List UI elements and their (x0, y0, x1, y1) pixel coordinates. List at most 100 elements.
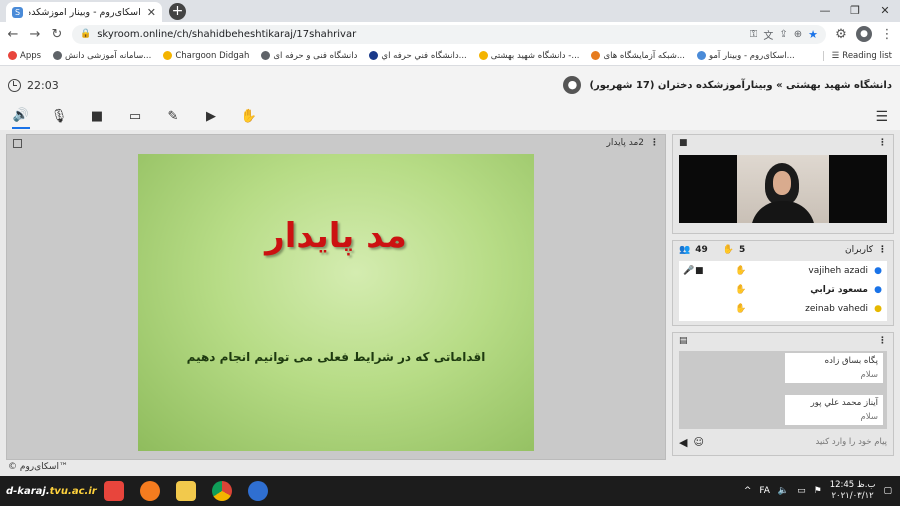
reading-list-button[interactable]: ☰ Reading list (822, 50, 892, 61)
globe-icon (261, 51, 271, 60)
whiteboard-brush-icon[interactable]: ✎ (164, 106, 182, 128)
room-toolbar: 🔊 🎙 ■ ▭ ✎ ▶ ✋ ☰ (0, 104, 900, 130)
url-text[interactable]: skyroom.online/ch/shahidbeheshtikaraj/17… (97, 29, 744, 40)
clock-time: 22:03 (27, 78, 59, 92)
users-panel: 👥 49 ✋ 5 کاربران ⋮ 🎤 ■ ✋ vajiheh azadi ●… (672, 240, 894, 326)
send-icon[interactable]: ◀ (679, 436, 687, 449)
app-header: 22:03 دانشگاه شهید بهشتی » وبینارآموزشکد… (0, 66, 900, 104)
close-window-button[interactable]: ✕ (870, 0, 900, 22)
share-icon[interactable]: ⇪ (779, 29, 787, 40)
bookmarks-bar: Apps سامانه آموزشی دانش... Chargoon Didg… (0, 46, 900, 66)
media-player-taskbar-icon[interactable] (96, 476, 132, 506)
screen-share-icon[interactable]: ▭ (126, 106, 144, 128)
chat-input[interactable] (709, 437, 887, 447)
flag-icon[interactable]: ⚑ (814, 486, 822, 496)
session-clock: 22:03 (8, 78, 59, 92)
webcam-video (679, 155, 887, 223)
language-indicator[interactable]: FA (759, 486, 770, 496)
extensions-icon[interactable]: ⚙ (834, 27, 848, 42)
bookmark-item[interactable]: دانشگاه شهید بهشتی -... (478, 51, 579, 61)
minimize-button[interactable]: — (810, 0, 840, 22)
users-panel-header: 👥 49 ✋ 5 کاربران ⋮ (673, 241, 893, 259)
skyroom-brand: © اسکای‌روم™ (8, 462, 68, 472)
bookmark-item[interactable]: دانشگاه فنی و حرفه ای (261, 51, 357, 61)
bookmark-item[interactable]: سامانه آموزشی دانش... (53, 51, 151, 61)
lab-network-icon (591, 51, 601, 60)
bookmark-item[interactable]: شبکه آزمایشگاه های... (591, 51, 685, 61)
bookmark-apps[interactable]: Apps (8, 51, 41, 61)
raised-hand-icon: ✋ (722, 245, 734, 255)
translate-icon[interactable]: 文 (763, 27, 773, 42)
lock-icon[interactable]: 🔒 (80, 29, 91, 39)
camera-icon[interactable]: ■ (88, 106, 106, 128)
chrome-taskbar-icon[interactable] (204, 476, 240, 506)
chargoon-icon (163, 51, 173, 60)
presentation-panel-header: 2مد پایدار ⋮ (7, 135, 665, 151)
bookmark-item[interactable]: دانشگاه فني حرفه اي... (369, 51, 467, 61)
tab-title: اسکای‌روم - وبینار آموزشکده دخ (29, 6, 141, 18)
network-icon[interactable]: ▭ (797, 486, 806, 496)
list-item[interactable]: ✋ zeinab vahedi ● (679, 299, 887, 318)
more-options-icon[interactable]: ⋮ (878, 336, 887, 346)
more-options-icon[interactable]: ⋮ (878, 245, 887, 255)
raise-hand-icon[interactable]: ✋ (240, 106, 258, 128)
user-name: vajiheh azadi (808, 265, 868, 276)
user-avatar-icon: ● (874, 284, 882, 295)
user-avatar-icon: ● (874, 265, 882, 276)
taskbar-clock[interactable]: 12:45 ب.ظ ۲۰۲۱/۰۳/۱۲ (830, 480, 876, 502)
window-controls: — ❐ ✕ (810, 0, 900, 22)
zoom-icon[interactable]: ⊕ (794, 29, 802, 40)
reading-list-icon: ☰ (831, 50, 840, 61)
new-tab-button[interactable]: + (169, 3, 186, 20)
skyroom-taskbar-icon[interactable] (240, 476, 276, 506)
media-play-icon[interactable]: ▶ (202, 106, 220, 128)
list-item[interactable]: 🎤 ■ ✋ vajiheh azadi ● (679, 261, 887, 280)
presentation-panel: 2مد پایدار ⋮ مد پایدار اقداماتی که در شر… (6, 134, 666, 460)
hamburger-menu-icon[interactable]: ☰ (875, 109, 888, 125)
tab-close-icon[interactable]: ✕ (147, 6, 156, 19)
more-options-icon[interactable]: ⋮ (878, 138, 887, 148)
file-explorer-taskbar-icon[interactable] (168, 476, 204, 506)
video-camera-icon: ■ (679, 138, 688, 148)
forward-arrow-icon[interactable]: → (28, 27, 42, 42)
address-bar: ← → ↻ 🔒 skyroom.online/ch/shahidbeheshti… (0, 22, 900, 46)
chat-message: پگاه بساق زاده سلام (785, 353, 883, 383)
notifications-icon[interactable]: ▢ (883, 486, 892, 496)
chat-panel-header: ▤ ⋮ (673, 333, 893, 349)
speaker-icon[interactable]: 🔊 (12, 105, 30, 129)
hands-count: 5 (738, 245, 746, 255)
volume-icon[interactable]: 🔈 (778, 486, 789, 496)
user-account-icon[interactable]: ● (563, 76, 582, 94)
more-options-icon[interactable]: ⋮ (650, 138, 659, 148)
emoji-icon[interactable]: ☺ (693, 437, 703, 448)
list-item[interactable]: ✋ مسعود ترابي ● (679, 280, 887, 299)
user-name: مسعود ترابي (810, 284, 868, 295)
chat-text: سلام (860, 370, 878, 380)
camera-on-icon: ■ (695, 265, 704, 276)
tray-up-arrow-icon[interactable]: ^ (744, 486, 752, 496)
university-logo-icon (369, 51, 379, 60)
back-arrow-icon[interactable]: ← (6, 27, 20, 42)
bookmark-item[interactable]: Chargoon Didgah (163, 51, 249, 61)
mic-off-icon[interactable]: 🎙 (50, 106, 68, 128)
presentation-slide: مد پایدار اقداماتی که در شرایط فعلی می ت… (138, 154, 534, 451)
key-icon[interactable]: ⚿ (750, 29, 758, 40)
slide-title: مد پایدار (265, 216, 407, 256)
maximize-button[interactable]: ❐ (840, 0, 870, 22)
skyroom-favicon-icon: S (12, 6, 23, 18)
user-name: zeinab vahedi (805, 303, 868, 314)
browser-tab-strip: S اسکای‌روم - وبینار آموزشکده دخ ✕ + — ❐… (0, 0, 900, 22)
bookmark-star-icon[interactable]: ★ (808, 28, 818, 41)
firefox-taskbar-icon[interactable] (132, 476, 168, 506)
university-logo-icon (478, 51, 488, 60)
chrome-menu-icon[interactable]: ⋮ (880, 27, 894, 42)
reload-icon[interactable]: ↻ (50, 27, 64, 42)
skyroom-favicon-icon (696, 51, 706, 60)
site-watermark: d-karaj.tvu.ac.ir (6, 485, 97, 497)
url-omnibox[interactable]: 🔒 skyroom.online/ch/shahidbeheshtikaraj/… (72, 24, 826, 44)
bookmark-item[interactable]: اسکای‌روم - وبینار آمو... (696, 51, 795, 61)
browser-tab[interactable]: S اسکای‌روم - وبینار آموزشکده دخ ✕ (6, 2, 162, 22)
profile-avatar-icon[interactable]: ● (856, 26, 872, 42)
users-count: 49 (695, 245, 708, 255)
panel-toggle-icon[interactable] (13, 138, 22, 148)
